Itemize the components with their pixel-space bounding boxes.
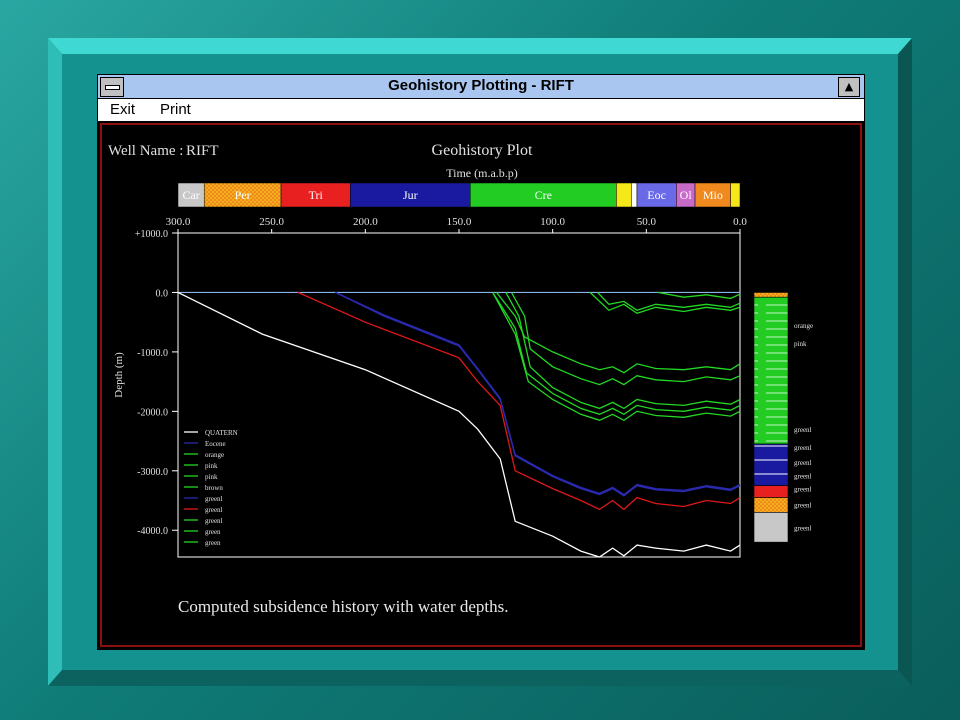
period-5 bbox=[616, 182, 632, 208]
legend: QUATERN Eocene orange pink pink brown greenl gr… bbox=[184, 429, 238, 547]
plot-client-area: Well Name : RIFT Geohistory Plot Time (m… bbox=[100, 123, 862, 647]
plot-title: Geohistory Plot bbox=[432, 142, 533, 159]
lith-label-0: orange bbox=[794, 322, 813, 330]
period-6 bbox=[631, 182, 638, 208]
menu-print[interactable]: Print bbox=[160, 101, 191, 118]
lith-band-1 bbox=[753, 296, 789, 445]
legend-label-0: QUATERN bbox=[205, 429, 238, 437]
period-label-0: Car bbox=[182, 188, 199, 202]
lith-band-3 bbox=[753, 485, 789, 498]
y-tick-label-5: -4000.0 bbox=[137, 526, 168, 537]
y-tick-label-1: 0.0 bbox=[156, 288, 169, 299]
lith-band-0 bbox=[753, 292, 789, 298]
curve-quatern-0 bbox=[177, 291, 741, 558]
period-10 bbox=[730, 182, 741, 208]
y-tick-label-2: -1000.0 bbox=[137, 348, 168, 359]
period-label-2: Tri bbox=[309, 188, 324, 202]
curve-greenl-8 bbox=[492, 292, 741, 422]
lithology-column: orange pink greenl greenl greenl greenl greenl… bbox=[753, 292, 813, 543]
lith-label-8: greenl bbox=[794, 524, 812, 532]
x-tick-label-0: 300.0 bbox=[166, 216, 191, 228]
legend-label-9: green bbox=[205, 528, 221, 536]
period-label-4: Cre bbox=[535, 188, 552, 202]
title-bar[interactable]: Geohistory Plotting - RIFT ▲ bbox=[98, 75, 864, 99]
curve-brown-5 bbox=[492, 292, 741, 416]
geohistory-plot: Well Name : RIFT Geohistory Plot Time (m… bbox=[108, 142, 813, 616]
app-window: Geohistory Plotting - RIFT ▲ Exit Print … bbox=[97, 74, 865, 650]
x-tick-label-4: 100.0 bbox=[540, 216, 565, 228]
x-tick-label-3: 150.0 bbox=[447, 216, 472, 228]
period-label-7: Eoc bbox=[647, 188, 666, 202]
y-axis-label: Depth (m) bbox=[113, 352, 125, 398]
caption: Computed subsidence history with water d… bbox=[178, 597, 509, 616]
lith-label-3: greenl bbox=[794, 444, 812, 452]
legend-label-7: greenl bbox=[205, 506, 223, 514]
legend-label-2: orange bbox=[205, 451, 224, 459]
well-name-label: Well Name : bbox=[108, 143, 183, 159]
legend-label-5: brown bbox=[205, 484, 223, 492]
plot-frame bbox=[177, 232, 741, 558]
x-tick-label-2: 200.0 bbox=[353, 216, 378, 228]
curve-eocene-1 bbox=[335, 291, 741, 497]
legend-label-8: greenl bbox=[205, 517, 223, 525]
x-axis-ticks: 300.0 250.0 200.0 150.0 100.0 50.0 0.0 bbox=[166, 216, 747, 233]
lith-label-7: greenl bbox=[794, 502, 812, 510]
lith-label-2: greenl bbox=[794, 426, 812, 434]
lith-band-4 bbox=[753, 497, 789, 513]
legend-label-6: greenl bbox=[205, 495, 223, 503]
lith-band-2 bbox=[753, 443, 789, 486]
time-axis-label: Time (m.a.b.p) bbox=[446, 166, 518, 180]
legend-label-1: Eocene bbox=[205, 440, 226, 448]
period-label-8: Ol bbox=[680, 188, 693, 202]
lith-label-4: greenl bbox=[794, 459, 812, 467]
menu-bar: Exit Print bbox=[98, 99, 864, 122]
period-label-1: Per bbox=[235, 188, 251, 202]
x-tick-label-6: 0.0 bbox=[733, 216, 747, 228]
y-axis-ticks: +1000.0 0.0 -1000.0 -2000.0 -3000.0 -4000.0 bbox=[135, 229, 178, 537]
legend-label-3: pink bbox=[205, 462, 218, 470]
period-bar: Car Per Tri Jur Cre Eoc Ol Mio bbox=[177, 182, 741, 208]
lith-label-6: greenl bbox=[794, 486, 812, 494]
x-tick-label-1: 250.0 bbox=[259, 216, 284, 228]
curve-green-11 bbox=[589, 291, 741, 315]
period-label-3: Jur bbox=[403, 188, 418, 202]
y-tick-label-0: +1000.0 bbox=[135, 229, 168, 240]
maximize-button[interactable]: ▲ bbox=[838, 77, 860, 97]
legend-label-4: pink bbox=[205, 473, 218, 481]
y-tick-label-4: -3000.0 bbox=[137, 467, 168, 478]
subsidence-curves bbox=[177, 291, 741, 558]
y-tick-label-3: -2000.0 bbox=[137, 407, 168, 418]
lith-band-5 bbox=[753, 512, 789, 543]
curve-greenl-6 bbox=[335, 291, 741, 496]
legend-label-10: green bbox=[205, 539, 221, 547]
lith-label-5: greenl bbox=[794, 473, 812, 481]
menu-exit[interactable]: Exit bbox=[110, 101, 135, 118]
lith-label-1: pink bbox=[794, 340, 807, 348]
period-label-9: Mio bbox=[703, 188, 723, 202]
window-title: Geohistory Plotting - RIFT bbox=[388, 77, 574, 94]
curve-green-10 bbox=[657, 291, 741, 300]
well-name-value: RIFT bbox=[186, 143, 219, 159]
x-tick-label-5: 50.0 bbox=[637, 216, 657, 228]
